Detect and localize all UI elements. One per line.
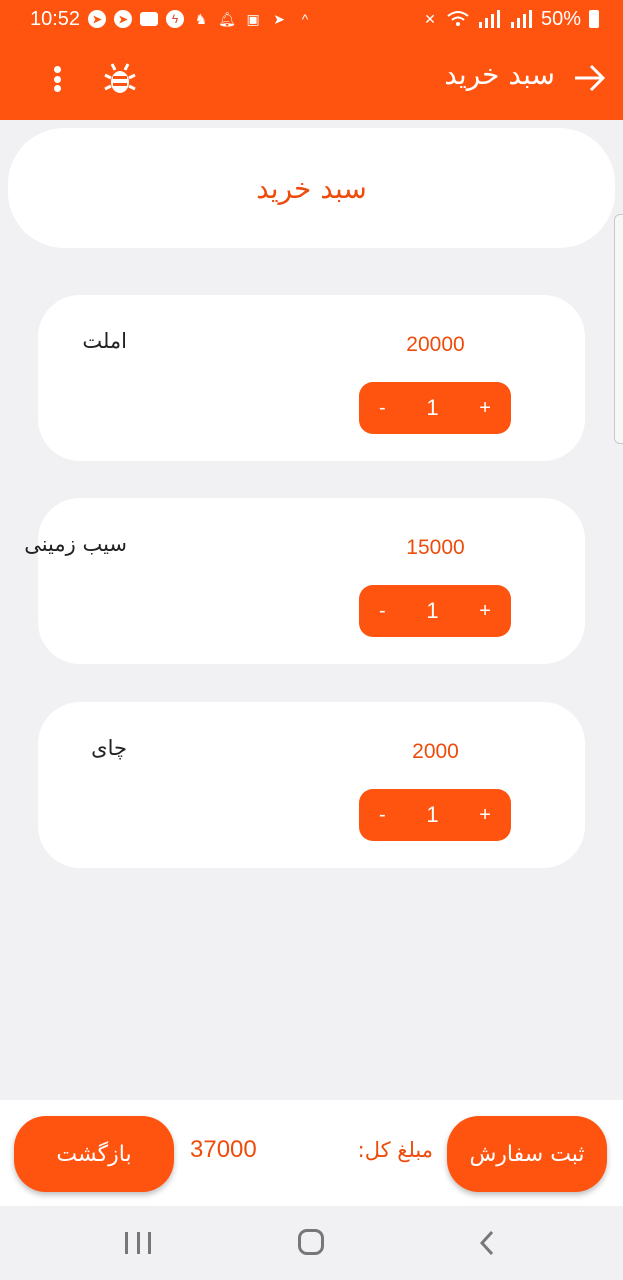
telegram-icon: ➤ bbox=[273, 10, 285, 27]
status-bar: 10:52 ➤ ➤ ϟ ♞ 🔔︎ ▣ ➤ ^ ✕ 50% bbox=[0, 0, 623, 38]
item-price: 2000 bbox=[412, 740, 459, 763]
telegram-icon: ➤ bbox=[88, 10, 107, 28]
quantity-value: 1 bbox=[426, 802, 439, 827]
notification-icons: ➤ ➤ ϟ ♞ 🔔︎ ▣ ➤ ^ bbox=[88, 10, 314, 28]
status-time: 10:52 bbox=[30, 7, 81, 30]
cart-title-card: سبد خرید bbox=[8, 128, 615, 248]
increment-button[interactable]: + bbox=[479, 600, 491, 623]
page-title: سبد خرید bbox=[256, 171, 367, 205]
quantity-stepper: - 1 + bbox=[359, 382, 511, 434]
telegram-icon: ➤ bbox=[114, 10, 133, 28]
recents-icon[interactable] bbox=[125, 1232, 151, 1254]
arrow-right-icon[interactable] bbox=[569, 60, 609, 96]
signal-icon bbox=[510, 10, 532, 28]
app-bar: سبد خرید bbox=[0, 38, 623, 120]
cart-item-card: چای 2000 - 1 + bbox=[38, 702, 585, 868]
quantity-value: 1 bbox=[426, 395, 439, 420]
bell-icon: 🔔︎ bbox=[218, 10, 236, 27]
item-price: 15000 bbox=[406, 536, 465, 559]
submit-order-button[interactable]: ثبت سفارش bbox=[447, 1116, 607, 1192]
increment-button[interactable]: + bbox=[479, 804, 491, 827]
status-right: ✕ 50% bbox=[421, 8, 599, 31]
back-button[interactable]: بازگشت bbox=[14, 1116, 174, 1192]
gallery-icon: ▣ bbox=[246, 10, 260, 27]
back-icon[interactable] bbox=[476, 1230, 500, 1256]
item-name: املت bbox=[82, 329, 127, 353]
total-amount: 37000 bbox=[190, 1136, 257, 1163]
mute-icon: ✕ bbox=[424, 10, 436, 27]
caret-up-icon: ^ bbox=[301, 11, 309, 27]
quantity-stepper: - 1 + bbox=[359, 585, 511, 637]
battery-percent: 50% bbox=[540, 7, 581, 30]
cart-item-card: سیب زمینی 15000 - 1 + bbox=[24, 498, 585, 664]
chat-bubble-icon bbox=[140, 12, 159, 26]
quantity-value: 1 bbox=[426, 598, 439, 623]
home-icon[interactable] bbox=[298, 1229, 324, 1255]
total-label: مبلغ کل: bbox=[357, 1138, 433, 1162]
app-bar-title: سبد خرید bbox=[444, 58, 555, 91]
status-left: 10:52 ➤ ➤ ϟ ♞ 🔔︎ ▣ ➤ ^ bbox=[30, 8, 314, 31]
decrement-button[interactable]: - bbox=[379, 600, 386, 623]
decrement-button[interactable]: - bbox=[379, 804, 386, 827]
item-name: چای bbox=[91, 736, 127, 760]
scroll-edge bbox=[614, 214, 623, 444]
cart-item-card: املت 20000 - 1 + bbox=[38, 295, 585, 461]
bolt-icon: ϟ bbox=[166, 10, 185, 28]
decrement-button[interactable]: - bbox=[379, 397, 386, 420]
more-vert-icon[interactable] bbox=[42, 64, 72, 94]
wifi-icon bbox=[447, 11, 469, 26]
item-name: سیب زمینی bbox=[24, 532, 127, 556]
signal-icon bbox=[478, 10, 500, 28]
bug-icon[interactable] bbox=[104, 62, 136, 96]
battery-icon bbox=[589, 10, 599, 28]
system-nav-bar bbox=[0, 1206, 623, 1280]
item-price: 20000 bbox=[406, 333, 465, 356]
increment-button[interactable]: + bbox=[479, 397, 491, 420]
quantity-stepper: - 1 + bbox=[359, 789, 511, 841]
bottom-bar: بازگشت 37000 مبلغ کل: ثبت سفارش bbox=[0, 1100, 623, 1206]
person-icon: ♞ bbox=[194, 10, 208, 27]
